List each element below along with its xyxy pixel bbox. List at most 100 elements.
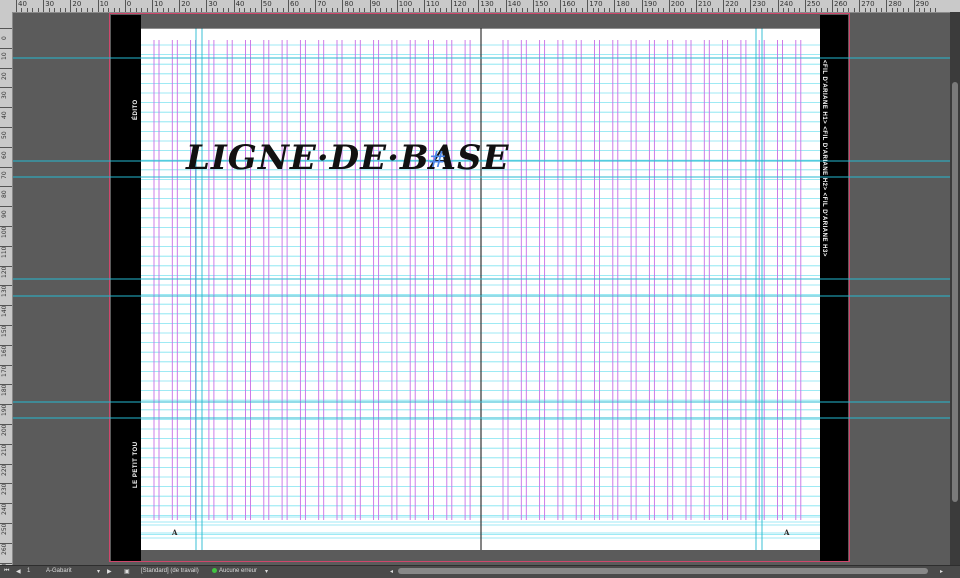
preflight-dropdown-icon[interactable]: ▾ <box>265 568 268 575</box>
page-number-field[interactable]: 1 <box>27 568 30 574</box>
ruler-tick <box>614 0 616 12</box>
ruler-minor-tick <box>919 8 921 12</box>
master-page-select[interactable]: A-Gabarit <box>46 568 72 574</box>
ruler-minor-tick <box>821 8 823 12</box>
ruler-label: 120 <box>1 266 8 278</box>
ruler-minor-tick <box>184 8 186 12</box>
ruler-tick <box>0 107 12 109</box>
ruler-label: 40 <box>235 0 245 8</box>
ruler-tick <box>668 0 670 12</box>
ruler-minor-tick <box>168 8 170 12</box>
ruler-label: 230 <box>1 483 8 496</box>
ruler-tick <box>0 146 12 148</box>
ruler-minor-tick <box>848 8 850 12</box>
ruler-label: 180 <box>616 0 630 8</box>
ruler-minor-tick <box>37 8 39 12</box>
preflight-profile[interactable]: [Standard] (de travail) <box>141 568 199 574</box>
ruler-minor-tick <box>929 8 931 12</box>
section-label-petit-tou[interactable]: LE PETIT TOU <box>133 441 139 488</box>
ruler-minor-tick <box>810 8 812 12</box>
ruler-tick <box>859 0 861 12</box>
ruler-tick <box>913 0 915 12</box>
ruler-minor-tick <box>54 8 56 12</box>
ruler-minor-tick <box>413 8 415 12</box>
next-page-icon[interactable]: ▶ <box>107 568 112 575</box>
horizontal-ruler[interactable]: 40 30 20 10 0 10 20 30 40 50 60 70 80 90 100 110 120 130 1… <box>0 0 960 13</box>
ruler-minor-tick <box>592 8 594 12</box>
section-label-edito[interactable]: ÉDITO <box>133 99 139 120</box>
ruler-label: 20 <box>181 0 191 8</box>
ruler-minor-tick <box>864 8 866 12</box>
ruler-tick <box>451 0 453 12</box>
ruler-tick <box>396 0 398 12</box>
ruler-tick <box>233 0 235 12</box>
ruler-minor-tick <box>772 8 774 12</box>
ruler-tick <box>641 0 643 12</box>
ruler-minor-tick <box>516 8 518 12</box>
ruler-tick <box>886 0 888 12</box>
ruler-minor-tick <box>277 8 279 12</box>
ruler-label: 240 <box>779 0 793 8</box>
prev-page-icon[interactable]: ◀ <box>16 568 21 575</box>
vertical-ruler[interactable]: 0 10 20 30 40 50 60 70 80 90 100 110 120 130 140 150 160… <box>0 12 13 565</box>
scroll-right-icon[interactable]: ▸ <box>940 568 943 575</box>
ruler-minor-tick <box>266 8 268 12</box>
ruler-minor-tick <box>538 8 540 12</box>
ruler-label: 260 <box>1 543 8 555</box>
headline-text-frame[interactable]: LIGNE·DE·BASE <box>186 138 510 178</box>
ruler-label: 150 <box>1 325 8 337</box>
breadcrumb-text-frame[interactable]: <FIL D'ARIANE H1> <FIL D'ARIANE H2> <FIL… <box>821 60 827 257</box>
ruler-minor-tick <box>434 8 436 12</box>
ruler-label: 210 <box>698 0 712 8</box>
ruler-tick <box>179 0 181 12</box>
horizontal-scroll-thumb[interactable] <box>398 568 928 574</box>
ruler-label: 90 <box>1 210 8 219</box>
ruler-minor-tick <box>625 8 627 12</box>
ruler-label: 20 <box>72 0 82 8</box>
document-icon[interactable]: ▣ <box>124 568 130 575</box>
ruler-label: 230 <box>752 0 766 8</box>
ruler-tick <box>696 0 697 12</box>
ruler-tick <box>0 186 12 188</box>
ruler-label: 270 <box>861 0 875 8</box>
ruler-minor-tick <box>108 8 110 12</box>
ruler-minor-tick <box>717 8 719 12</box>
vertical-scroll-thumb[interactable] <box>952 82 958 502</box>
ruler-minor-tick <box>837 8 839 12</box>
scroll-left-icon[interactable]: ◂ <box>390 568 393 575</box>
vertical-scrollbar[interactable] <box>950 12 960 565</box>
ruler-minor-tick <box>32 8 34 12</box>
ruler-minor-tick <box>554 8 556 12</box>
ruler-minor-tick <box>706 8 708 12</box>
ruler-label: 100 <box>398 0 413 8</box>
ruler-minor-tick <box>456 8 458 12</box>
ruler-minor-tick <box>549 8 551 12</box>
ruler-label: 70 <box>1 170 8 179</box>
ruler-label: 80 <box>344 0 354 8</box>
ruler-label: 120 <box>453 0 467 8</box>
ruler-minor-tick <box>755 8 757 12</box>
first-page-icon[interactable]: ⏮ <box>4 568 9 575</box>
ruler-tick <box>723 0 725 12</box>
ruler-minor-tick <box>543 8 545 12</box>
master-dropdown-icon[interactable]: ▾ <box>97 568 100 575</box>
ruler-label: 250 <box>806 0 821 8</box>
ruler-minor-tick <box>271 8 273 12</box>
ruler-minor-tick <box>608 8 610 12</box>
ruler-minor-tick <box>255 8 257 12</box>
document-spread[interactable] <box>141 28 820 550</box>
ruler-label: 170 <box>589 0 603 8</box>
ruler-minor-tick <box>483 8 485 12</box>
ruler-minor-tick <box>728 8 730 12</box>
ruler-label: 100 <box>1 226 8 238</box>
ruler-label: 180 <box>1 384 8 397</box>
ruler-minor-tick <box>734 8 736 12</box>
ruler-minor-tick <box>761 8 763 12</box>
preflight-status[interactable]: Aucune erreur <box>212 568 257 574</box>
ruler-minor-tick <box>141 8 143 12</box>
ruler-minor-tick <box>598 8 600 12</box>
status-ok-icon <box>212 568 217 573</box>
ruler-label: 50 <box>1 131 8 139</box>
ruler-minor-tick <box>870 8 872 12</box>
ruler-label: 140 <box>507 0 521 8</box>
